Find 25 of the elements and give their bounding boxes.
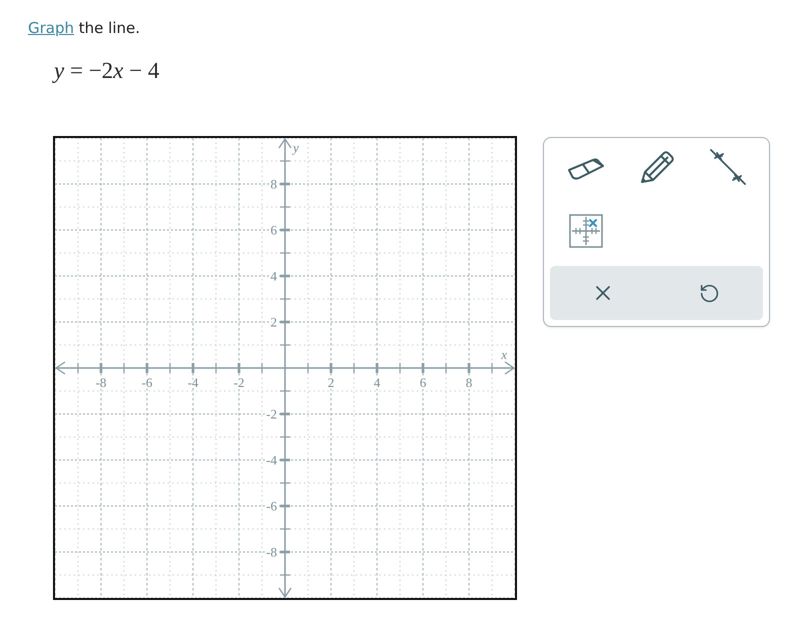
tick-label: -4 — [266, 452, 277, 468]
line-tool-button[interactable] — [708, 148, 746, 186]
tick-label: 2 — [328, 375, 334, 390]
tick-label: -2 — [234, 375, 244, 390]
tick-label: -8 — [96, 375, 106, 390]
tick-label: -6 — [266, 498, 277, 514]
axis-label: x — [501, 347, 507, 362]
tick-label: 4 — [374, 375, 380, 390]
axis-label: y — [293, 140, 299, 155]
instruction-text: Graph the line. — [28, 18, 140, 39]
point-grid-icon — [568, 214, 602, 248]
tick-label: -4 — [188, 375, 198, 390]
pencil-button[interactable] — [638, 150, 674, 184]
tick-label: 6 — [420, 375, 426, 390]
undo-icon — [699, 282, 720, 304]
tick-label: -8 — [266, 544, 277, 560]
point-tool-button[interactable] — [568, 214, 602, 248]
tick-label: -6 — [142, 375, 152, 390]
equation: y = −2x − 4 — [54, 57, 160, 85]
tick-label: 8 — [466, 375, 472, 390]
line-segment-icon — [708, 148, 746, 186]
undo-button[interactable] — [699, 282, 720, 304]
tick-label: -2 — [266, 406, 277, 422]
graph-link[interactable]: Graph — [28, 19, 74, 37]
pencil-icon — [638, 150, 674, 184]
